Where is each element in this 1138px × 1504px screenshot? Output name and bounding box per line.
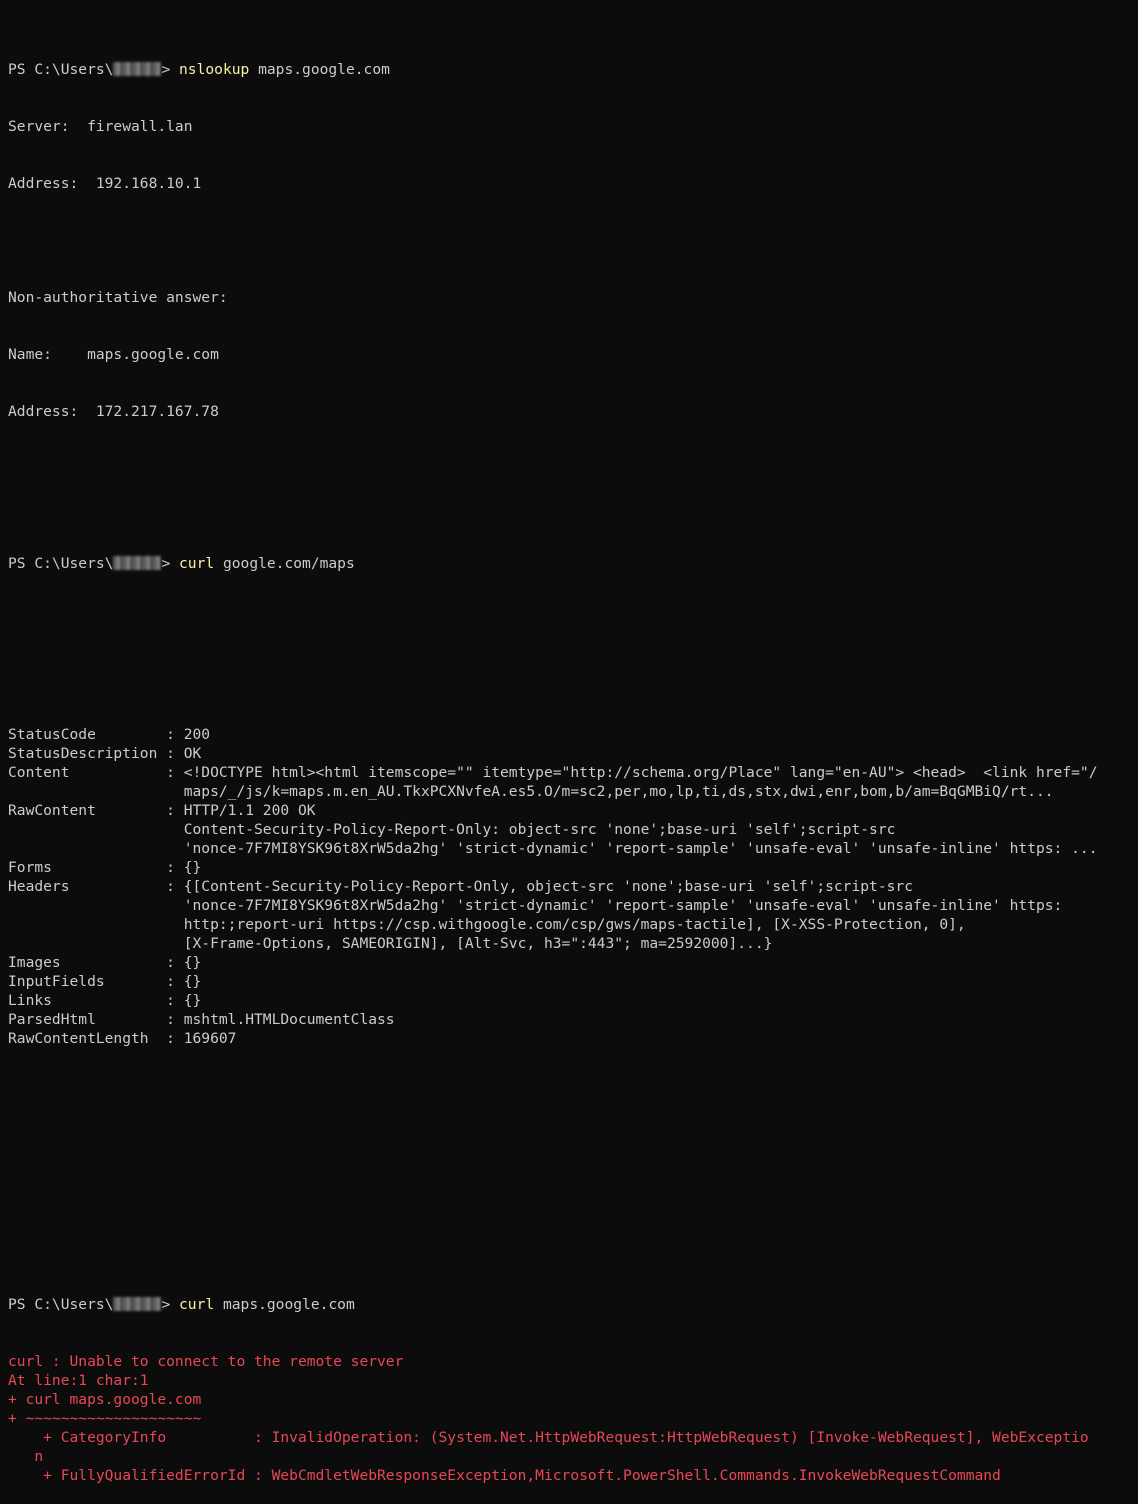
terminal-output[interactable]: PS C:\Users\ > nslookup maps.google.com S… — [8, 0, 1133, 1504]
error-line: curl : Unable to connect to the remote s… — [8, 1353, 404, 1370]
prompt-suffix: > — [161, 555, 180, 572]
prompt-line-curl-maps: PS C:\Users\ > curl maps.google.com — [8, 1295, 1133, 1314]
output-line: Name: maps.google.com — [8, 346, 219, 363]
output-line: ParsedHtml : mshtml.HTMLDocumentClass — [8, 1011, 395, 1028]
output-line: 'nonce-7F7MI8YSK96t8XrW5da2hg' 'strict-d… — [8, 897, 1063, 914]
redacted-username — [113, 1297, 162, 1311]
prompt-prefix: PS C:\Users\ — [8, 61, 114, 78]
redacted-username — [113, 62, 162, 76]
error-line: At line:1 char:1 — [8, 1372, 149, 1389]
command-name: curl — [179, 555, 215, 572]
output-line: Address: 172.217.167.78 — [8, 403, 219, 420]
error-line: + ~~~~~~~~~~~~~~~~~~~~ — [8, 1410, 202, 1427]
output-line: 'nonce-7F7MI8YSK96t8XrW5da2hg' 'strict-d… — [8, 840, 1098, 857]
output-line: Forms : {} — [8, 859, 202, 876]
error-line: + curl maps.google.com — [8, 1391, 202, 1408]
output-line: Headers : {[Content-Security-Policy-Repo… — [8, 878, 913, 895]
output-line: Content : <!DOCTYPE html><html itemscope… — [8, 764, 1098, 781]
output-line: StatusDescription : OK — [8, 745, 202, 762]
redacted-username — [113, 556, 162, 570]
prompt-suffix: > — [161, 1296, 180, 1313]
prompt-prefix: PS C:\Users\ — [8, 555, 114, 572]
output-line: RawContent : HTTP/1.1 200 OK — [8, 802, 316, 819]
error-line: n — [8, 1448, 44, 1465]
output-line: http:;report-uri https://csp.withgoogle.… — [8, 916, 966, 933]
output-line: InputFields : {} — [8, 973, 202, 990]
curl-response-output: StatusCode : 200 StatusDescription : OK Co… — [8, 725, 1133, 1048]
output-line: Address: 192.168.10.1 — [8, 175, 202, 192]
output-line: [X-Frame-Options, SAMEORIGIN], [Alt-Svc,… — [8, 935, 773, 952]
error-line: + CategoryInfo : InvalidOperation: (Syst… — [8, 1429, 1089, 1446]
prompt-line-curl-google: PS C:\Users\ > curl google.com/maps — [8, 554, 1133, 573]
command-args: maps.google.com — [214, 1296, 355, 1313]
error-line: + FullyQualifiedErrorId : WebCmdletWebRe… — [8, 1467, 1001, 1484]
command-name: curl — [179, 1296, 215, 1313]
output-line: RawContentLength : 169607 — [8, 1030, 237, 1047]
command-args: maps.google.com — [249, 61, 390, 78]
output-line: StatusCode : 200 — [8, 726, 211, 743]
output-line: Images : {} — [8, 954, 202, 971]
output-line: maps/_/js/k=maps.m.en_AU.TkxPCXNvfeA.es5… — [8, 783, 1054, 800]
prompt-prefix: PS C:\Users\ — [8, 1296, 114, 1313]
output-line: Non-authoritative answer: — [8, 289, 228, 306]
output-line: Content-Security-Policy-Report-Only: obj… — [8, 821, 896, 838]
error-output: curl : Unable to connect to the remote s… — [8, 1352, 1133, 1485]
command-name: nslookup — [179, 61, 250, 78]
prompt-suffix: > — [161, 61, 180, 78]
output-line: Links : {} — [8, 992, 202, 1009]
output-line: Server: firewall.lan — [8, 118, 193, 135]
command-args: google.com/maps — [214, 555, 355, 572]
prompt-line-nslookup: PS C:\Users\ > nslookup maps.google.com — [8, 60, 1133, 79]
